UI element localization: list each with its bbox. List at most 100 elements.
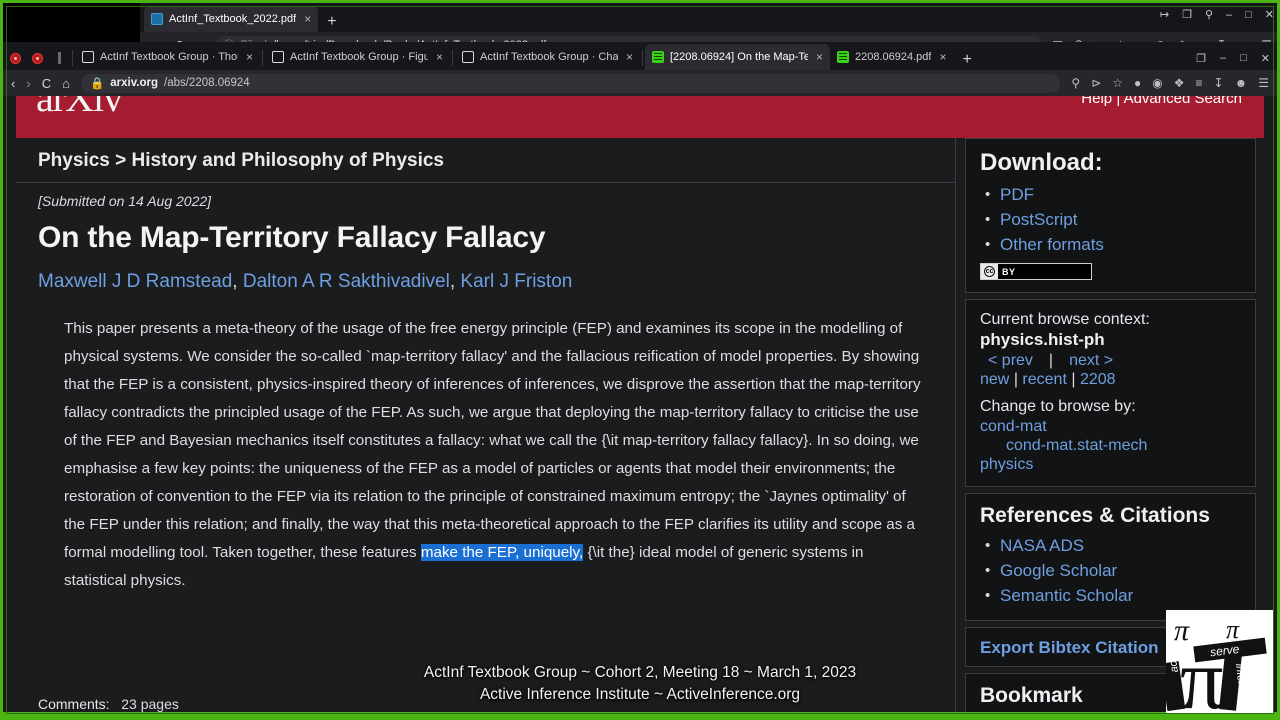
close-icon[interactable]: ✕	[1261, 52, 1270, 65]
arxiv-logo[interactable]: arXiv	[36, 96, 123, 121]
author-link-2[interactable]: Dalton A R Sakthivadivel	[243, 271, 450, 292]
menu-icon[interactable]: ☰	[1258, 76, 1269, 90]
cc-license-type: BY	[1002, 266, 1016, 277]
link-separator: |	[1013, 371, 1018, 388]
pdf-icon	[837, 51, 849, 63]
globe-icon	[151, 13, 163, 25]
close-icon[interactable]: ×	[304, 13, 311, 25]
header-links: Help | Advanced Search	[1081, 96, 1242, 107]
svg-text:π: π	[1226, 615, 1240, 644]
tab-label: ActInf Textbook Group · Cha	[480, 51, 618, 63]
restore-icon[interactable]: ❐	[1182, 8, 1192, 21]
semantic-scholar-link[interactable]: Semantic Scholar	[980, 583, 1243, 608]
google-scholar-link[interactable]: Google Scholar	[980, 558, 1243, 583]
back-icon[interactable]: ‹	[11, 77, 15, 90]
new-tab-button[interactable]: +	[318, 14, 345, 32]
download-icon[interactable]: ↧	[1214, 76, 1224, 90]
change-browse-cond-mat[interactable]: cond-mat	[980, 418, 1243, 436]
home-icon[interactable]: ⌂	[62, 77, 70, 90]
browser-window-foreground: ActInf Textbook Group · Thou × ActInf Te…	[2, 42, 1278, 718]
reload-icon[interactable]: C	[42, 77, 51, 90]
recent-link[interactable]: recent	[1022, 371, 1066, 388]
help-link[interactable]: Help	[1081, 96, 1112, 107]
abstract-text: This paper presents a meta-theory of the…	[16, 293, 955, 595]
star-icon[interactable]: ☆	[1112, 76, 1123, 90]
prev-link[interactable]: < prev	[988, 352, 1033, 370]
author-link-3[interactable]: Karl J Friston	[460, 271, 572, 292]
address-bar-foreground[interactable]: 🔒 arxiv.org /abs/2208.06924	[80, 73, 1061, 93]
submission-date: [Submitted on 14 Aug 2022]	[38, 193, 212, 209]
author-list: Maxwell J D Ramstead, Dalton A R Sakthiv…	[16, 255, 955, 293]
maximize-icon[interactable]: □	[1240, 52, 1247, 65]
nav-separator: |	[1048, 352, 1054, 369]
close-icon[interactable]: ×	[939, 51, 946, 63]
split-view-icon[interactable]: ↦	[1160, 8, 1169, 21]
search-icon[interactable]: ⚲	[1205, 8, 1213, 21]
logo-infer-label: infer	[1233, 663, 1247, 687]
arxiv-header-banner: arXiv Help | Advanced Search	[16, 96, 1264, 138]
close-icon[interactable]: ✕	[1265, 8, 1274, 21]
tab-arxiv-abstract[interactable]: [2208.06924] On the Map-Ter ×	[645, 44, 830, 70]
change-browse-cond-mat-stat-mech[interactable]: cond-mat.stat-mech	[980, 437, 1243, 455]
zoom-icon[interactable]: ⚲	[1071, 76, 1080, 90]
close-icon[interactable]: ×	[816, 51, 823, 63]
tab-separator	[452, 50, 453, 66]
ring-icon	[82, 51, 94, 63]
references-list: NASA ADS Google Scholar Semantic Scholar	[980, 533, 1243, 608]
minimize-icon[interactable]: –	[1220, 52, 1226, 65]
download-pdf-link[interactable]: PDF	[980, 182, 1243, 207]
next-link[interactable]: next >	[1069, 352, 1113, 370]
record-dot-icon	[31, 52, 43, 64]
pinned-tab-record-2[interactable]	[26, 46, 48, 70]
new-link[interactable]: new	[980, 371, 1009, 388]
tab-label: 2208.06924.pdf	[855, 51, 932, 63]
author-link-1[interactable]: Maxwell J D Ramstead	[38, 271, 232, 292]
cc-license-badge[interactable]: cc BY	[980, 263, 1092, 280]
forward-icon[interactable]: ›	[26, 77, 30, 90]
minimize-icon[interactable]: –	[1226, 9, 1232, 21]
page-title: On the Map-Territory Fallacy Fallacy	[38, 221, 546, 254]
tab-actinf-thoughts[interactable]: ActInf Textbook Group · Thou ×	[75, 44, 260, 70]
cc-logo-icon: cc	[981, 264, 998, 279]
share-icon[interactable]: ⊳	[1091, 76, 1101, 90]
toolbar-icons-foreground: ⚲ ⊳ ☆ ● ◉ ❖ ≡ ↧ ☻ ☰	[1071, 76, 1269, 90]
pdf-icon	[652, 51, 664, 63]
playlist-icon[interactable]: ≡	[1196, 76, 1203, 90]
browse-context-heading: Current browse context:	[980, 311, 1150, 328]
download-other-formats-link[interactable]: Other formats	[980, 232, 1243, 257]
restore-icon[interactable]: ❐	[1196, 52, 1206, 65]
browse-context-value: physics.hist-ph	[980, 330, 1105, 349]
glasses-icon[interactable]: ◉	[1152, 76, 1162, 90]
maximize-icon[interactable]: □	[1245, 9, 1252, 21]
close-icon[interactable]: ×	[246, 51, 253, 63]
breadcrumb: Physics > History and Philosophy of Phys…	[16, 138, 955, 183]
month-link[interactable]: 2208	[1080, 371, 1116, 388]
tab-actinf-textbook-pdf[interactable]: ActInf_Textbook_2022.pdf ×	[144, 6, 319, 32]
profile-icon[interactable]: ☻	[1235, 76, 1248, 90]
download-postscript-link[interactable]: PostScript	[980, 207, 1243, 232]
tab-actinf-figures[interactable]: ActInf Textbook Group · Figu ×	[265, 44, 450, 70]
download-heading: Download:	[980, 149, 1103, 176]
change-browse-physics[interactable]: physics	[980, 456, 1243, 474]
record-dot-icon	[9, 52, 21, 64]
pinned-tab-record-1[interactable]	[4, 46, 26, 70]
tab-actinf-chat[interactable]: ActInf Textbook Group · Cha ×	[455, 44, 640, 70]
puzzle-icon[interactable]: ❖	[1174, 76, 1185, 90]
pinned-tab-pause[interactable]	[48, 46, 70, 70]
nasa-ads-link[interactable]: NASA ADS	[980, 533, 1243, 558]
text-selection-highlight: make the FEP, uniquely,	[420, 544, 584, 561]
lock-icon: 🔒	[89, 78, 105, 90]
screen-capture: ActInf_Textbook_2022.pdf × + ↦ ❐ ⚲ – □ ✕…	[0, 0, 1280, 720]
close-icon[interactable]: ×	[436, 51, 443, 63]
advanced-search-link[interactable]: Advanced Search	[1124, 96, 1242, 107]
account-circle-icon[interactable]: ●	[1134, 76, 1141, 90]
close-icon[interactable]: ×	[626, 51, 633, 63]
window-titlebar-background: ActInf_Textbook_2022.pdf × + ↦ ❐ ⚲ – □ ✕	[140, 2, 1280, 32]
download-list: PDF PostScript Other formats	[980, 182, 1243, 257]
navigation-bar-foreground: ‹ › C ⌂ 🔒 arxiv.org /abs/2208.06924 ⚲ ⊳ …	[2, 70, 1278, 96]
tab-arxiv-pdf[interactable]: 2208.06924.pdf ×	[830, 44, 953, 70]
download-box: Download: PDF PostScript Other formats c…	[965, 138, 1256, 293]
new-tab-button[interactable]: +	[953, 52, 980, 70]
screen-share-bottom-strip	[3, 712, 1277, 717]
url-path: /abs/2208.06924	[164, 77, 250, 89]
